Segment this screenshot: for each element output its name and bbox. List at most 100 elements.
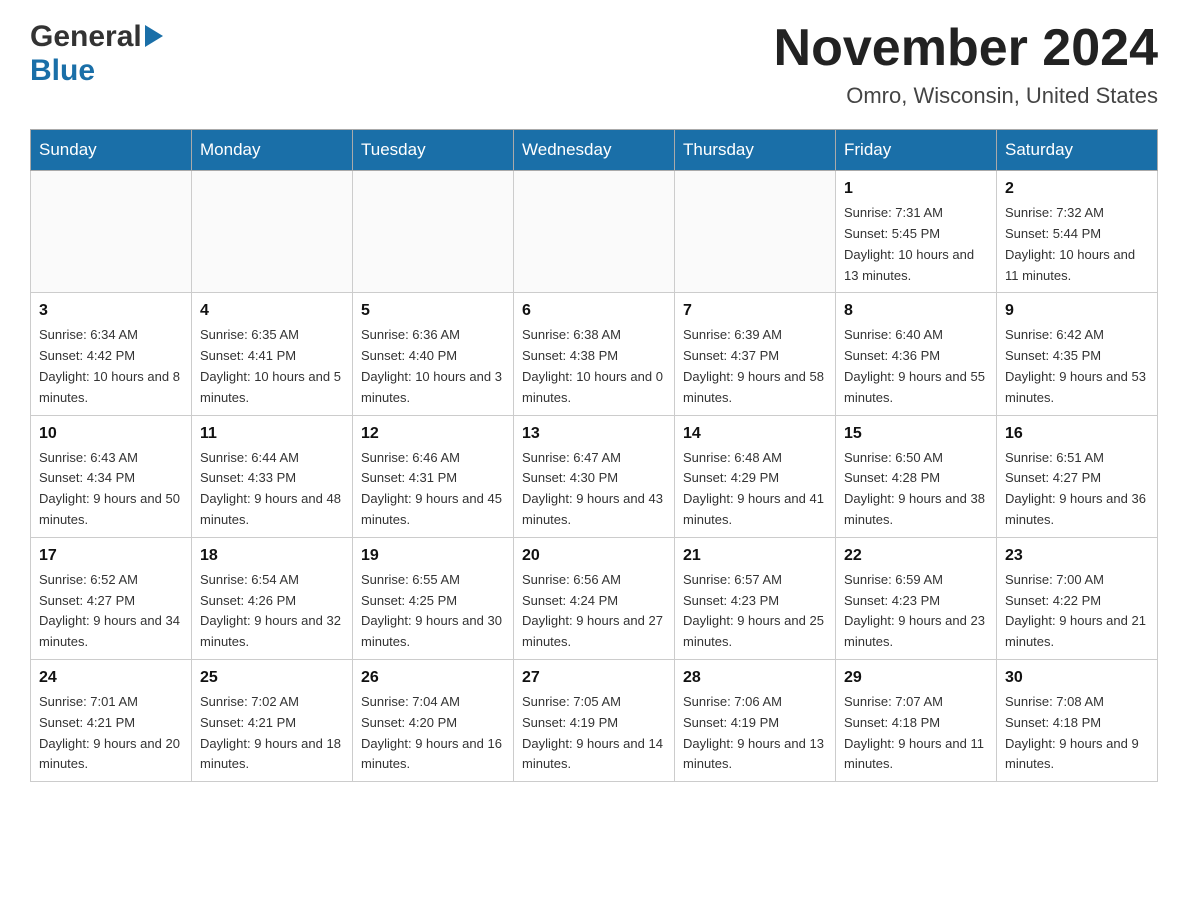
day-info: Sunrise: 7:02 AMSunset: 4:21 PMDaylight:… (200, 692, 344, 775)
col-header-sunday: Sunday (31, 130, 192, 171)
calendar-subtitle: Omro, Wisconsin, United States (774, 83, 1158, 109)
day-info: Sunrise: 7:31 AMSunset: 5:45 PMDaylight:… (844, 203, 988, 286)
calendar-day-cell (192, 171, 353, 293)
calendar-day-cell: 1Sunrise: 7:31 AMSunset: 5:45 PMDaylight… (836, 171, 997, 293)
day-info: Sunrise: 7:08 AMSunset: 4:18 PMDaylight:… (1005, 692, 1149, 775)
day-number: 23 (1005, 544, 1149, 568)
day-number: 24 (39, 666, 183, 690)
col-header-friday: Friday (836, 130, 997, 171)
day-info: Sunrise: 6:42 AMSunset: 4:35 PMDaylight:… (1005, 325, 1149, 408)
day-number: 17 (39, 544, 183, 568)
day-number: 26 (361, 666, 505, 690)
day-info: Sunrise: 6:43 AMSunset: 4:34 PMDaylight:… (39, 448, 183, 531)
calendar-day-cell: 4Sunrise: 6:35 AMSunset: 4:41 PMDaylight… (192, 293, 353, 415)
day-number: 1 (844, 177, 988, 201)
day-number: 21 (683, 544, 827, 568)
day-number: 18 (200, 544, 344, 568)
day-info: Sunrise: 6:54 AMSunset: 4:26 PMDaylight:… (200, 570, 344, 653)
day-info: Sunrise: 6:38 AMSunset: 4:38 PMDaylight:… (522, 325, 666, 408)
day-info: Sunrise: 6:57 AMSunset: 4:23 PMDaylight:… (683, 570, 827, 653)
calendar-day-cell: 19Sunrise: 6:55 AMSunset: 4:25 PMDayligh… (353, 537, 514, 659)
calendar-day-cell: 13Sunrise: 6:47 AMSunset: 4:30 PMDayligh… (514, 415, 675, 537)
day-number: 3 (39, 299, 183, 323)
calendar-title: November 2024 (774, 20, 1158, 77)
day-number: 8 (844, 299, 988, 323)
calendar-day-cell: 8Sunrise: 6:40 AMSunset: 4:36 PMDaylight… (836, 293, 997, 415)
calendar-day-cell: 6Sunrise: 6:38 AMSunset: 4:38 PMDaylight… (514, 293, 675, 415)
day-number: 27 (522, 666, 666, 690)
day-info: Sunrise: 7:04 AMSunset: 4:20 PMDaylight:… (361, 692, 505, 775)
calendar-day-cell: 26Sunrise: 7:04 AMSunset: 4:20 PMDayligh… (353, 659, 514, 781)
day-info: Sunrise: 7:06 AMSunset: 4:19 PMDaylight:… (683, 692, 827, 775)
day-info: Sunrise: 7:07 AMSunset: 4:18 PMDaylight:… (844, 692, 988, 775)
day-info: Sunrise: 6:59 AMSunset: 4:23 PMDaylight:… (844, 570, 988, 653)
calendar-day-cell (675, 171, 836, 293)
day-number: 14 (683, 422, 827, 446)
day-info: Sunrise: 6:35 AMSunset: 4:41 PMDaylight:… (200, 325, 344, 408)
calendar-day-cell: 10Sunrise: 6:43 AMSunset: 4:34 PMDayligh… (31, 415, 192, 537)
col-header-wednesday: Wednesday (514, 130, 675, 171)
day-number: 30 (1005, 666, 1149, 690)
day-info: Sunrise: 7:05 AMSunset: 4:19 PMDaylight:… (522, 692, 666, 775)
col-header-thursday: Thursday (675, 130, 836, 171)
logo: General Blue (30, 20, 163, 88)
day-info: Sunrise: 6:55 AMSunset: 4:25 PMDaylight:… (361, 570, 505, 653)
calendar-day-cell: 12Sunrise: 6:46 AMSunset: 4:31 PMDayligh… (353, 415, 514, 537)
day-info: Sunrise: 6:46 AMSunset: 4:31 PMDaylight:… (361, 448, 505, 531)
day-number: 15 (844, 422, 988, 446)
calendar-day-cell: 24Sunrise: 7:01 AMSunset: 4:21 PMDayligh… (31, 659, 192, 781)
day-number: 9 (1005, 299, 1149, 323)
day-number: 11 (200, 422, 344, 446)
calendar-day-cell: 18Sunrise: 6:54 AMSunset: 4:26 PMDayligh… (192, 537, 353, 659)
week-row-5: 24Sunrise: 7:01 AMSunset: 4:21 PMDayligh… (31, 659, 1158, 781)
day-info: Sunrise: 7:01 AMSunset: 4:21 PMDaylight:… (39, 692, 183, 775)
calendar-day-cell (514, 171, 675, 293)
day-info: Sunrise: 6:50 AMSunset: 4:28 PMDaylight:… (844, 448, 988, 531)
day-number: 4 (200, 299, 344, 323)
calendar-day-cell: 16Sunrise: 6:51 AMSunset: 4:27 PMDayligh… (997, 415, 1158, 537)
day-number: 5 (361, 299, 505, 323)
calendar-day-cell: 17Sunrise: 6:52 AMSunset: 4:27 PMDayligh… (31, 537, 192, 659)
day-number: 19 (361, 544, 505, 568)
header: General Blue November 2024 Omro, Wiscons… (30, 20, 1158, 109)
col-header-saturday: Saturday (997, 130, 1158, 171)
calendar-day-cell: 29Sunrise: 7:07 AMSunset: 4:18 PMDayligh… (836, 659, 997, 781)
day-info: Sunrise: 6:34 AMSunset: 4:42 PMDaylight:… (39, 325, 183, 408)
calendar-day-cell: 25Sunrise: 7:02 AMSunset: 4:21 PMDayligh… (192, 659, 353, 781)
day-number: 29 (844, 666, 988, 690)
calendar-day-cell: 27Sunrise: 7:05 AMSunset: 4:19 PMDayligh… (514, 659, 675, 781)
calendar-day-cell: 9Sunrise: 6:42 AMSunset: 4:35 PMDaylight… (997, 293, 1158, 415)
calendar-day-cell: 23Sunrise: 7:00 AMSunset: 4:22 PMDayligh… (997, 537, 1158, 659)
day-number: 25 (200, 666, 344, 690)
logo-general-text: General (30, 20, 142, 54)
day-info: Sunrise: 6:36 AMSunset: 4:40 PMDaylight:… (361, 325, 505, 408)
day-number: 12 (361, 422, 505, 446)
day-info: Sunrise: 6:44 AMSunset: 4:33 PMDaylight:… (200, 448, 344, 531)
day-number: 20 (522, 544, 666, 568)
col-header-tuesday: Tuesday (353, 130, 514, 171)
day-info: Sunrise: 6:52 AMSunset: 4:27 PMDaylight:… (39, 570, 183, 653)
week-row-3: 10Sunrise: 6:43 AMSunset: 4:34 PMDayligh… (31, 415, 1158, 537)
calendar-day-cell: 22Sunrise: 6:59 AMSunset: 4:23 PMDayligh… (836, 537, 997, 659)
day-number: 28 (683, 666, 827, 690)
day-number: 16 (1005, 422, 1149, 446)
day-number: 2 (1005, 177, 1149, 201)
calendar-day-cell: 14Sunrise: 6:48 AMSunset: 4:29 PMDayligh… (675, 415, 836, 537)
day-info: Sunrise: 6:40 AMSunset: 4:36 PMDaylight:… (844, 325, 988, 408)
calendar-day-cell: 5Sunrise: 6:36 AMSunset: 4:40 PMDaylight… (353, 293, 514, 415)
day-number: 6 (522, 299, 666, 323)
day-number: 7 (683, 299, 827, 323)
day-info: Sunrise: 6:56 AMSunset: 4:24 PMDaylight:… (522, 570, 666, 653)
title-area: November 2024 Omro, Wisconsin, United St… (774, 20, 1158, 109)
calendar-day-cell (31, 171, 192, 293)
logo-blue-text: Blue (30, 54, 95, 87)
calendar-day-cell: 30Sunrise: 7:08 AMSunset: 4:18 PMDayligh… (997, 659, 1158, 781)
logo-triangle-icon (145, 25, 163, 52)
calendar-day-cell: 15Sunrise: 6:50 AMSunset: 4:28 PMDayligh… (836, 415, 997, 537)
calendar-day-cell: 28Sunrise: 7:06 AMSunset: 4:19 PMDayligh… (675, 659, 836, 781)
day-number: 22 (844, 544, 988, 568)
calendar-day-cell: 3Sunrise: 6:34 AMSunset: 4:42 PMDaylight… (31, 293, 192, 415)
day-info: Sunrise: 6:51 AMSunset: 4:27 PMDaylight:… (1005, 448, 1149, 531)
day-number: 10 (39, 422, 183, 446)
day-info: Sunrise: 7:00 AMSunset: 4:22 PMDaylight:… (1005, 570, 1149, 653)
